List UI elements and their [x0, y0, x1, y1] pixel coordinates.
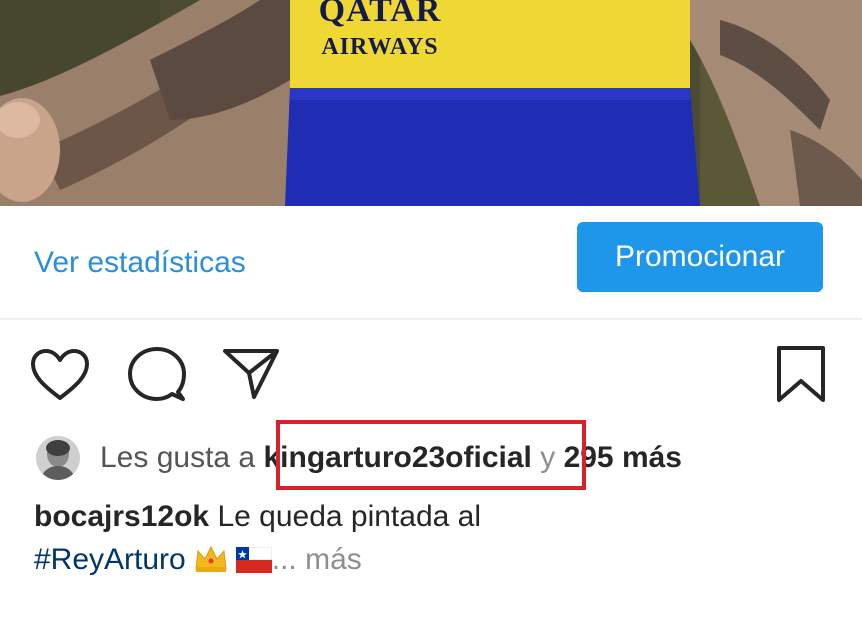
caption-text: Le queda pintada al — [217, 500, 482, 533]
likes-summary: Les gusta a kingarturo23oficial y 295 má… — [100, 441, 682, 475]
bookmark-icon[interactable] — [776, 345, 826, 403]
likes-count[interactable]: 295 más — [564, 441, 682, 474]
hashtag-link[interactable]: #ReyArturo — [34, 543, 186, 576]
liker-username[interactable]: kingarturo23oficial — [263, 441, 531, 474]
caption-more-link[interactable]: más — [305, 543, 362, 576]
divider — [0, 318, 862, 320]
insights-row: Ver estadísticas Promocionar — [0, 206, 862, 320]
likes-row: Les gusta a kingarturo23oficial y 295 má… — [0, 430, 862, 488]
caption-username[interactable]: bocajrs12ok — [34, 500, 209, 533]
chile-flag-emoji-icon — [235, 546, 273, 581]
caption: bocajrs12ok Le queda pintada al — [34, 500, 481, 534]
send-icon[interactable] — [222, 348, 280, 400]
sponsor-line-2: AIRWAYS — [321, 34, 439, 60]
comment-icon[interactable] — [128, 346, 186, 404]
caption-continued: #ReyArturo ... más — [34, 543, 362, 581]
avatar[interactable] — [36, 436, 80, 480]
crown-emoji-icon — [194, 545, 228, 581]
likes-conjunction: y — [540, 441, 556, 474]
heart-icon[interactable] — [30, 348, 90, 402]
caption-ellipsis: ... — [271, 543, 297, 576]
sponsor-line-1: QATAR — [318, 0, 442, 29]
promote-button[interactable]: Promocionar — [577, 222, 823, 292]
post-photo[interactable]: QATAR AIRWAYS — [0, 0, 862, 206]
player-illustration — [0, 0, 862, 206]
likes-prefix: Les gusta a — [100, 441, 256, 474]
instagram-post: QATAR AIRWAYS Ver estadísticas Promocion… — [0, 0, 862, 630]
view-insights-link[interactable]: Ver estadísticas — [34, 246, 246, 280]
